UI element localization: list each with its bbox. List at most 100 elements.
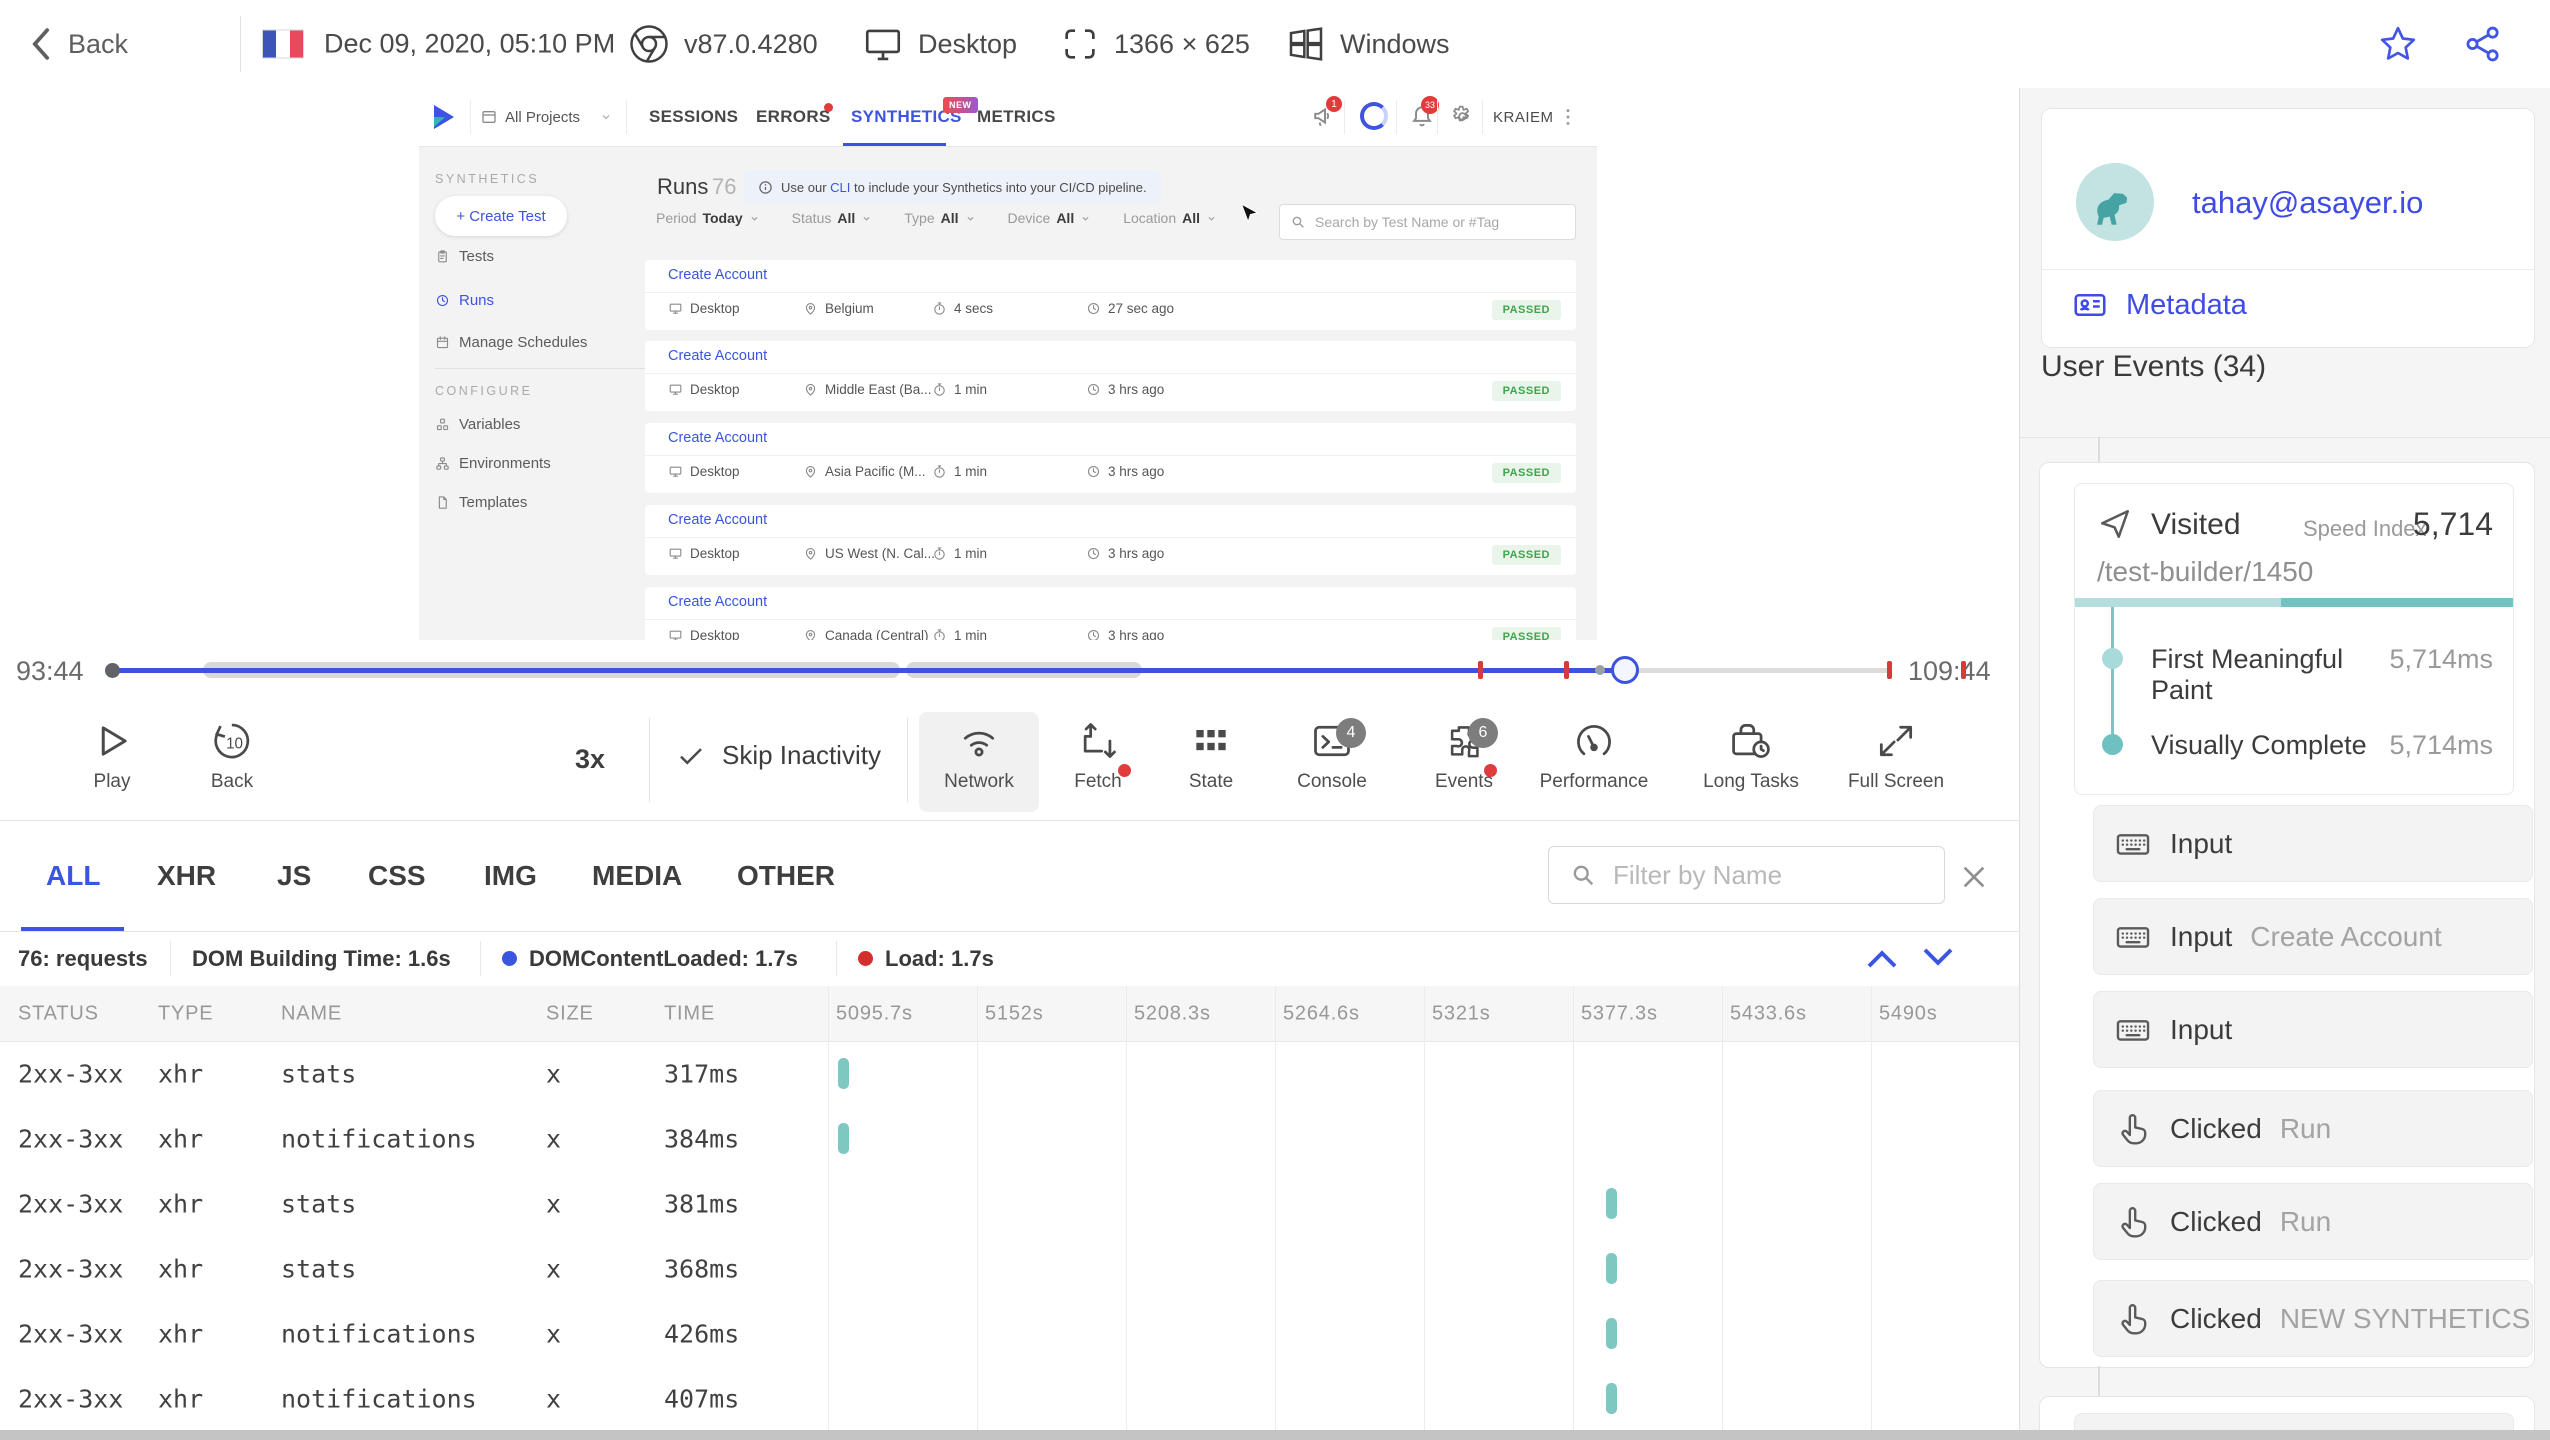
replay-tab-errors[interactable]: ERRORS <box>756 88 833 146</box>
column-header-name: NAME <box>281 1002 342 1024</box>
announcements-button[interactable]: 1 <box>1312 96 1342 129</box>
user-event-clicked[interactable]: Clicked NEW SYNTHETICS <box>2093 1280 2533 1357</box>
panel-button-state[interactable]: State <box>1151 712 1271 812</box>
kebab-menu-icon[interactable] <box>1557 106 1579 128</box>
replay-tab-synthetics[interactable]: SYNTHETICS NEW <box>851 88 978 146</box>
replay-sidebar-item-runs[interactable]: Runs <box>435 292 494 309</box>
timeline-remaining[interactable] <box>1625 668 1890 673</box>
run-device: Desktop <box>668 546 740 561</box>
skip-inactivity-toggle[interactable]: Skip Inactivity <box>676 740 881 771</box>
recorded-cursor-icon <box>1240 203 1259 224</box>
run-test-name-link[interactable]: Create Account <box>668 594 767 610</box>
user-email-link[interactable]: tahay@asayer.io <box>2192 185 2423 221</box>
network-request-row[interactable]: 2xx-3xx xhr notifications x 407ms <box>0 1366 2019 1431</box>
network-tab-img[interactable]: IMG <box>484 821 537 931</box>
panel-button-performance[interactable]: Performance <box>1534 712 1654 812</box>
favorite-button[interactable] <box>2378 24 2418 64</box>
replay-sidebar-item-variables[interactable]: Variables <box>435 416 520 433</box>
create-test-button[interactable]: + Create Test <box>435 196 567 236</box>
panel-button-console[interactable]: Console 4 <box>1272 712 1392 812</box>
back-button[interactable]: Back <box>28 27 128 61</box>
metadata-button[interactable]: Metadata <box>2072 287 2247 323</box>
network-tab-xhr[interactable]: XHR <box>157 821 216 931</box>
play-button[interactable]: Play <box>52 712 172 812</box>
cell-name: stats <box>281 1059 357 1088</box>
run-duration: 4 secs <box>932 301 993 316</box>
network-filter-input[interactable]: Filter by Name <box>1548 846 1945 904</box>
filter-status[interactable]: Status All <box>792 210 873 226</box>
run-card[interactable]: Create Account Desktop Middle East (Ba... 1… <box>645 341 1576 411</box>
panel-button-events[interactable]: Events 6 <box>1404 712 1524 812</box>
test-search-input[interactable]: Search by Test Name or #Tag <box>1279 204 1576 240</box>
network-tab-css[interactable]: CSS <box>368 821 426 931</box>
run-test-name-link[interactable]: Create Account <box>668 430 767 446</box>
network-request-row[interactable]: 2xx-3xx xhr stats x 381ms <box>0 1171 2019 1236</box>
network-request-row[interactable]: 2xx-3xx xhr stats x 317ms <box>0 1041 2019 1106</box>
network-request-row[interactable]: 2xx-3xx xhr notifications x 384ms <box>0 1106 2019 1171</box>
run-card[interactable]: Create Account Desktop Belgium 4 secs 27 sec… <box>645 260 1576 330</box>
replay-sidebar-item-templates[interactable]: Templates <box>435 494 527 511</box>
info-icon <box>759 180 772 194</box>
cell-time: 368ms <box>664 1254 740 1283</box>
network-request-row[interactable]: 2xx-3xx xhr stats x 368ms <box>0 1236 2019 1301</box>
user-event-input[interactable]: Input <box>2093 991 2533 1068</box>
run-test-name-link[interactable]: Create Account <box>668 348 767 364</box>
timeline-event-marker[interactable] <box>1887 661 1892 679</box>
run-card[interactable]: Create Account Desktop Asia Pacific (M... 1… <box>645 423 1576 493</box>
panel-button-network[interactable]: Network <box>919 712 1039 812</box>
user-event-input[interactable]: Input Create Account <box>2093 898 2533 975</box>
filter-type[interactable]: Type All <box>904 210 975 226</box>
run-test-name-link[interactable]: Create Account <box>668 267 767 283</box>
errors-dot-icon <box>824 103 833 112</box>
player-timeline: 93:44 109:44 <box>0 640 2019 700</box>
user-event-input[interactable]: Input <box>2093 805 2533 882</box>
test-search-placeholder: Search by Test Name or #Tag <box>1315 214 1500 230</box>
share-button[interactable] <box>2462 23 2504 65</box>
jump-next-icon[interactable] <box>1918 945 1958 971</box>
close-panel-icon[interactable] <box>1958 861 1990 893</box>
filter-location[interactable]: Location All <box>1123 210 1217 226</box>
replay-sidebar-item-manage-schedules[interactable]: Manage Schedules <box>435 334 587 351</box>
run-card[interactable]: Create Account Desktop Canada (Central) 1 m… <box>645 587 1576 640</box>
panel-button-fetch[interactable]: Fetch <box>1038 712 1158 812</box>
horizontal-scrollbar[interactable] <box>0 1430 2550 1440</box>
user-menu[interactable]: KRAIEM <box>1493 109 1554 126</box>
click-icon <box>2121 1113 2147 1144</box>
panel-button-long-tasks[interactable]: Long Tasks <box>1691 712 1811 812</box>
load-dot-icon <box>858 951 873 966</box>
user-event-clicked[interactable]: Clicked Run <box>2093 1090 2533 1167</box>
chevron-down-icon <box>967 216 973 220</box>
project-selector[interactable]: All Projects <box>481 88 612 146</box>
run-card[interactable]: Create Account Desktop US West (N. Cal... 1… <box>645 505 1576 575</box>
timeline-event-marker[interactable] <box>1564 661 1569 679</box>
network-tab-other[interactable]: OTHER <box>737 821 835 931</box>
jump-prev-icon[interactable] <box>1862 945 1902 971</box>
timeline-playhead-handle[interactable] <box>1611 656 1639 684</box>
network-tab-media[interactable]: MEDIA <box>592 821 682 931</box>
browser-version: v87.0.4280 <box>684 28 818 59</box>
replay-tab-sessions[interactable]: SESSIONS <box>649 88 738 146</box>
network-tab-js[interactable]: JS <box>277 821 311 931</box>
replay-tab-metrics[interactable]: METRICS <box>977 88 1056 146</box>
timeline-progress[interactable] <box>112 668 1625 673</box>
network-request-row[interactable]: 2xx-3xx xhr notifications x 426ms <box>0 1301 2019 1366</box>
panel-button-full-screen[interactable]: Full Screen <box>1836 712 1956 812</box>
timeline-event-marker[interactable] <box>1961 661 1966 679</box>
speed-button[interactable]: 3x <box>575 744 605 775</box>
cli-link[interactable]: CLI <box>830 180 850 195</box>
visited-card[interactable]: Visited Speed Index 5,714 /test-builder/… <box>2074 483 2514 795</box>
controls-divider <box>649 718 650 802</box>
timeline-event-marker[interactable] <box>1478 661 1483 679</box>
settings-gear-icon[interactable] <box>1450 104 1475 129</box>
filter-device[interactable]: Device All <box>1008 210 1092 226</box>
replay-sidebar-item-environments[interactable]: Environments <box>435 455 551 472</box>
back-10s-button[interactable]: 10 Back <box>172 712 292 812</box>
filter-period[interactable]: Period Today <box>656 210 760 226</box>
replay-sidebar-item-tests[interactable]: Tests <box>435 248 494 265</box>
run-test-name-link[interactable]: Create Account <box>668 512 767 528</box>
notifications-button[interactable]: 33 <box>1409 96 1439 129</box>
user-event-clicked[interactable]: Clicked Run <box>2093 1183 2533 1260</box>
count-badge: 6 <box>1468 718 1498 748</box>
column-header-time: TIME <box>664 1002 715 1024</box>
network-tab-all[interactable]: ALL <box>46 821 100 931</box>
